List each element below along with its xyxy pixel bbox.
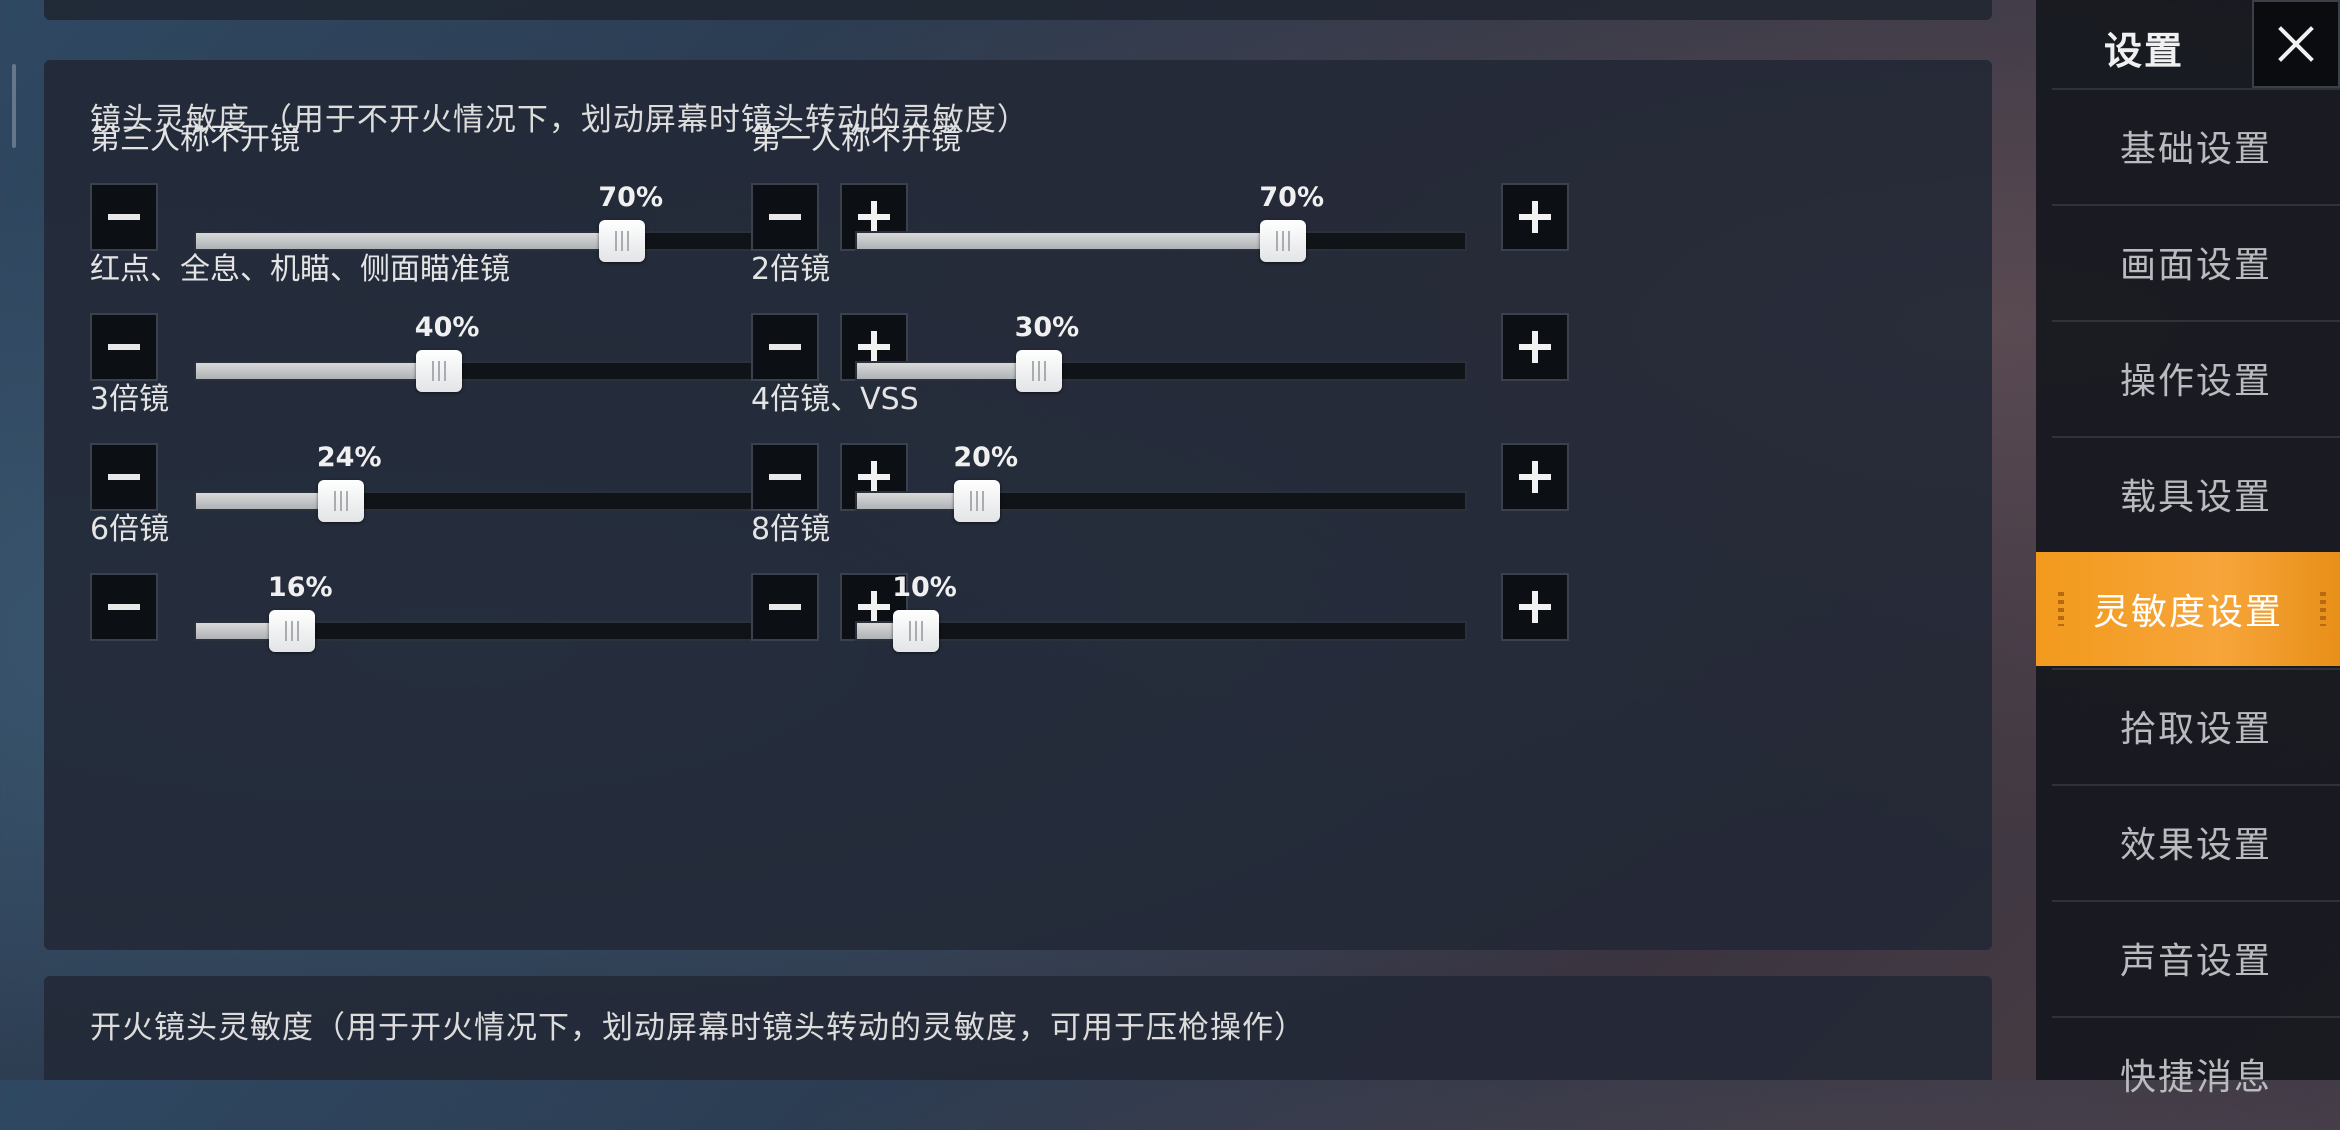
sidebar-item[interactable]: 基础设置	[2052, 88, 2340, 202]
close-icon	[2278, 26, 2314, 62]
setting-label: 2倍镜	[751, 252, 831, 287]
sidebar-item-label: 操作设置	[2119, 361, 2272, 402]
minus-icon	[769, 214, 801, 220]
camera-sensitivity-panel: 镜头灵敏度 （用于不开火情况下，划动屏幕时镜头转动的灵敏度） 第三人称不开镜 70…	[44, 60, 1992, 950]
decrease-button[interactable]	[90, 443, 158, 511]
setting-label: 第一人称不开镜	[751, 122, 961, 157]
minus-icon	[769, 344, 801, 350]
sidebar-title: 设置	[2104, 29, 2185, 73]
sidebar-item[interactable]: 灵敏度设置	[2036, 552, 2340, 666]
minus-icon	[108, 604, 140, 610]
decrease-button[interactable]	[751, 573, 819, 641]
slider-value: 16%	[267, 572, 333, 603]
slider-value: 40%	[414, 312, 480, 343]
decrease-button[interactable]	[751, 183, 819, 251]
decrease-button[interactable]	[90, 183, 158, 251]
scroll-indicator[interactable]	[12, 64, 16, 148]
slider-value: 24%	[316, 442, 382, 473]
plus-icon	[1519, 201, 1551, 233]
close-button[interactable]	[2252, 0, 2340, 88]
decrease-button[interactable]	[90, 313, 158, 381]
section-title: 开火镜头灵敏度（用于开火情况下，划动屏幕时镜头转动的灵敏度，可用于压枪操作）	[90, 1010, 1306, 1046]
sidebar-header: 设置	[2036, 0, 2340, 88]
decoration	[2058, 592, 2064, 626]
decrease-button[interactable]	[751, 313, 819, 381]
sidebar-item-label: 效果设置	[2119, 825, 2272, 866]
sidebar-item[interactable]: 操作设置	[2052, 320, 2340, 434]
slider-value: 70%	[598, 182, 664, 213]
slider-thumb[interactable]	[893, 610, 940, 652]
sidebar-item[interactable]: 声音设置	[2052, 900, 2340, 1014]
slider-value: 20%	[953, 442, 1019, 473]
sensitivity-setting: 8倍镜 10%	[751, 504, 1611, 674]
sidebar-item-label: 拾取设置	[2119, 709, 2272, 750]
sidebar-item-label: 载具设置	[2119, 477, 2272, 518]
sidebar-item-label: 基础设置	[2119, 129, 2272, 170]
increase-button[interactable]	[1501, 183, 1569, 251]
increase-button[interactable]	[1501, 573, 1569, 641]
slider-value: 70%	[1259, 182, 1325, 213]
minus-icon	[769, 474, 801, 480]
slider-track[interactable]	[855, 621, 1467, 641]
setting-label: 3倍镜	[90, 382, 170, 417]
minus-icon	[108, 474, 140, 480]
setting-label: 红点、全息、机瞄、侧面瞄准镜	[90, 252, 510, 287]
decoration	[2320, 592, 2326, 626]
decrease-button[interactable]	[90, 573, 158, 641]
plus-icon	[1519, 591, 1551, 623]
sidebar-item[interactable]: 画面设置	[2052, 204, 2340, 318]
increase-button[interactable]	[1501, 443, 1569, 511]
setting-label: 8倍镜	[751, 512, 831, 547]
decrease-button[interactable]	[751, 443, 819, 511]
settings-sidebar: 设置 基础设置画面设置操作设置载具设置灵敏度设置拾取设置效果设置声音设置快捷消息	[2036, 0, 2340, 1098]
slider-value: 30%	[1014, 312, 1080, 343]
plus-icon	[1519, 331, 1551, 363]
sidebar-item[interactable]: 效果设置	[2052, 784, 2340, 898]
setting-label: 6倍镜	[90, 512, 170, 547]
sidebar-item[interactable]: 快捷消息	[2052, 1016, 2340, 1130]
slider-thumb[interactable]	[268, 610, 315, 652]
increase-button[interactable]	[1501, 313, 1569, 381]
minus-icon	[769, 604, 801, 610]
previous-section-edge	[44, 0, 1992, 20]
sidebar-item-label: 快捷消息	[2119, 1057, 2272, 1098]
sidebar-item[interactable]: 拾取设置	[2052, 668, 2340, 782]
setting-label: 第三人称不开镜	[90, 122, 300, 157]
minus-icon	[108, 214, 140, 220]
sidebar-item-label: 画面设置	[2119, 245, 2272, 286]
plus-icon	[1519, 461, 1551, 493]
sidebar-item-label: 声音设置	[2119, 941, 2272, 982]
sidebar-item-label: 灵敏度设置	[2092, 592, 2283, 633]
minus-icon	[108, 344, 140, 350]
sidebar-item[interactable]: 载具设置	[2052, 436, 2340, 550]
slider-value: 10%	[892, 572, 957, 603]
fire-sensitivity-panel: 开火镜头灵敏度（用于开火情况下，划动屏幕时镜头转动的灵敏度，可用于压枪操作）	[44, 976, 1992, 1080]
setting-label: 4倍镜、VSS	[751, 382, 919, 417]
